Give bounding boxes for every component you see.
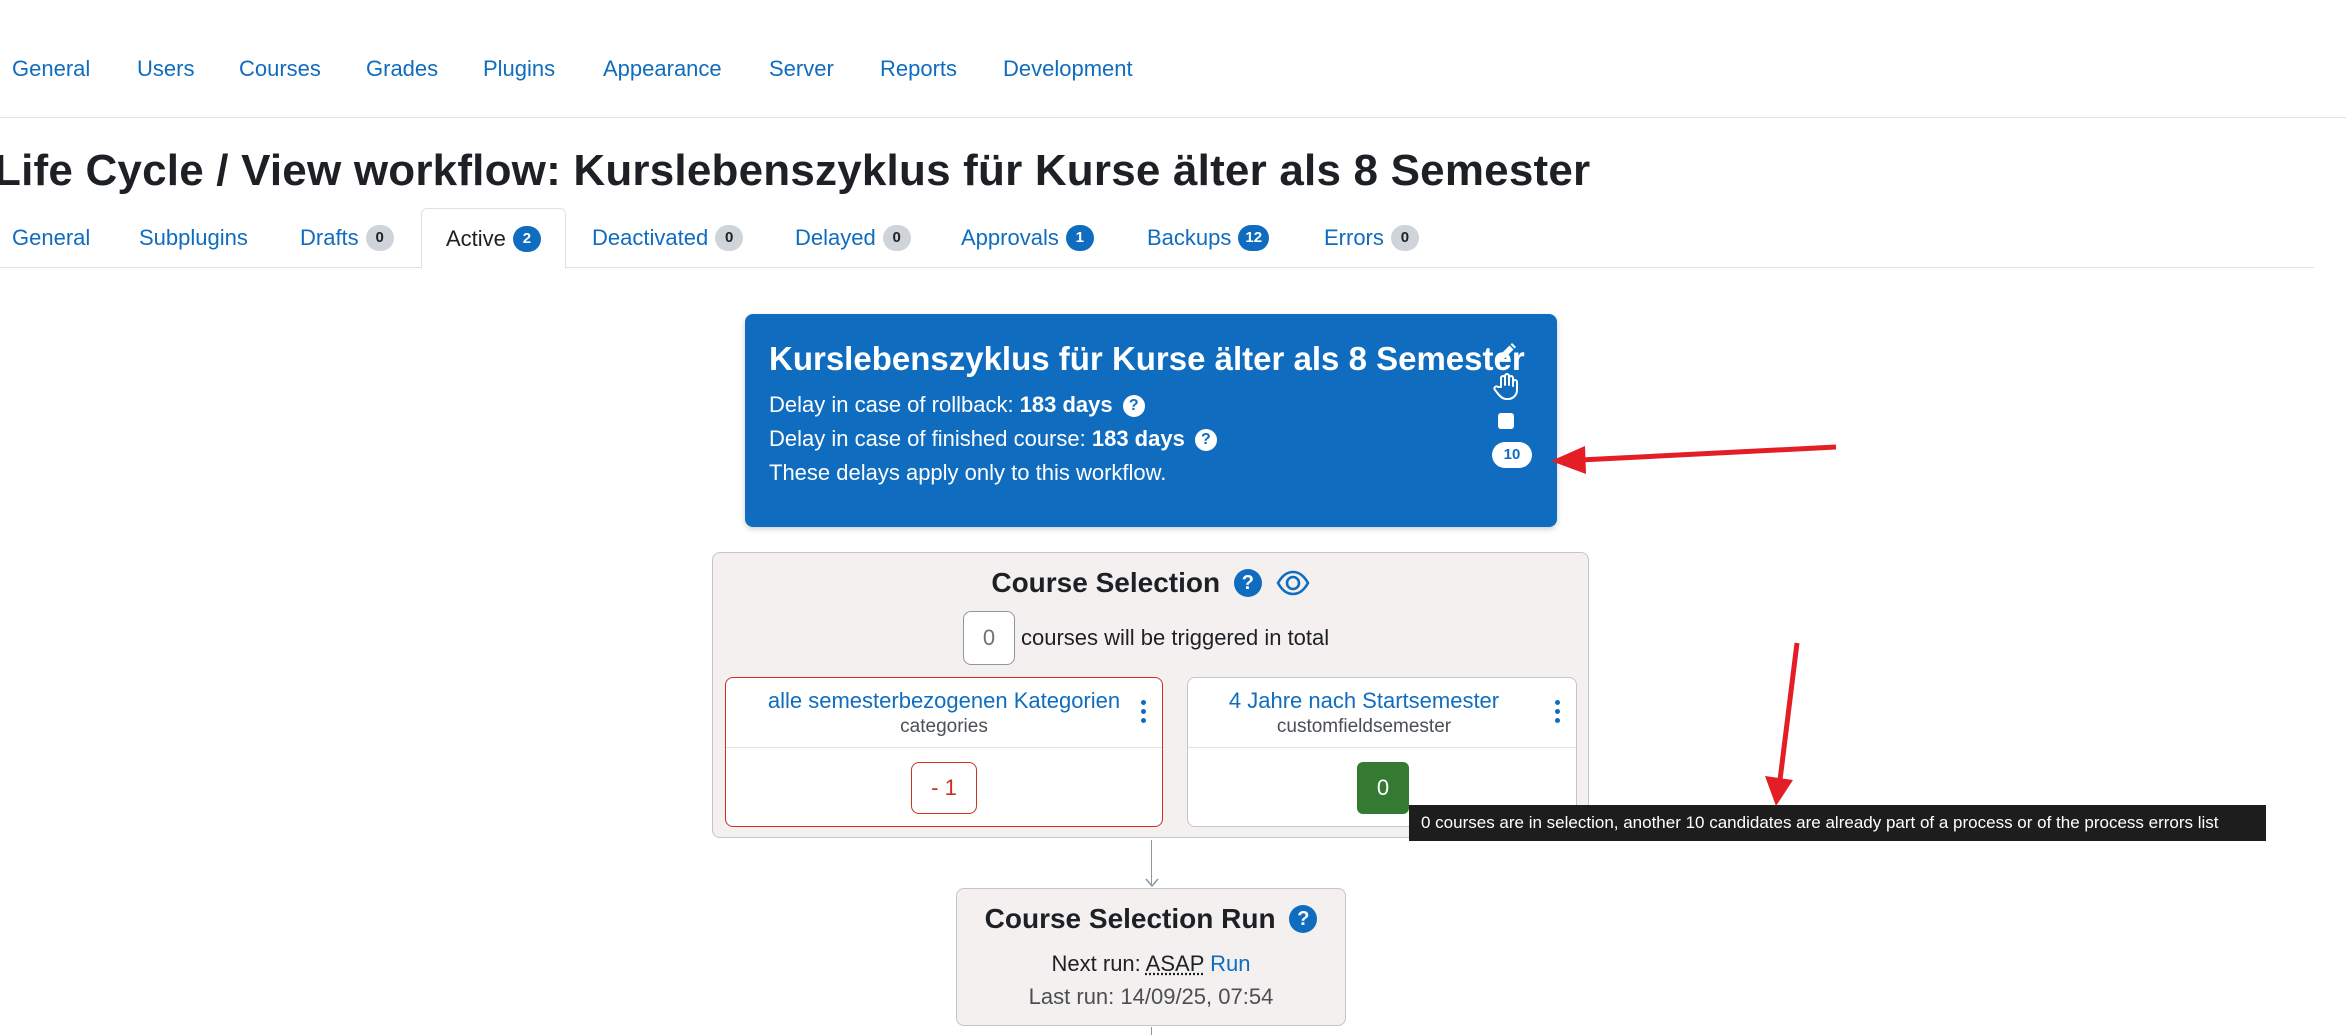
tab-general[interactable]: General <box>12 208 90 268</box>
nav-development[interactable]: Development <box>1003 56 1133 82</box>
nav-grades[interactable]: Grades <box>366 56 438 82</box>
nav-plugins[interactable]: Plugins <box>483 56 555 82</box>
nav-general[interactable]: General <box>12 56 90 82</box>
tab-label: Active <box>446 225 506 251</box>
tab-label: Backups <box>1147 225 1232 250</box>
last-run: Last run: 14/09/25, 07:54 <box>1028 984 1274 1009</box>
tab-errors[interactable]: Errors 0 <box>1324 208 1419 268</box>
tab-deactivated[interactable]: Deactivated 0 <box>592 208 744 268</box>
help-icon[interactable]: ? <box>1233 569 1262 597</box>
rollback-delay: Delay in case of rollback: 183 days ? <box>769 392 1145 418</box>
run-heading: Course Selection Run <box>984 903 1276 934</box>
nav-reports[interactable]: Reports <box>880 56 957 82</box>
trigger-name[interactable]: 4 Jahre nach Startsemester <box>1188 688 1540 714</box>
nav-courses[interactable]: Courses <box>239 56 321 82</box>
tab-delayed[interactable]: Delayed 0 <box>795 208 911 268</box>
finished-delay-label: Delay in case of finished course: <box>769 426 1092 451</box>
trigger-header: alle semesterbezogenen Kategorien catego… <box>726 678 1162 748</box>
count-badge: 1 <box>1065 225 1094 251</box>
next-run-value: ASAP <box>1145 951 1204 976</box>
trigger-card: alle semesterbezogenen Kategorien catego… <box>725 677 1163 827</box>
trigger-count: 0 <box>1357 762 1409 814</box>
tab-drafts[interactable]: Drafts 0 <box>300 208 394 268</box>
triggered-total: 0 courses will be triggered in total <box>963 611 1329 665</box>
run-title: Course Selection Run ? <box>957 903 1345 935</box>
kebab-menu-icon[interactable] <box>1552 700 1562 726</box>
run-link[interactable]: Run <box>1210 951 1250 976</box>
arrow-down-icon <box>1145 878 1159 888</box>
count-badge: 0 <box>365 225 394 251</box>
count-badge: 12 <box>1238 225 1270 251</box>
delay-note: These delays apply only to this workflow… <box>769 460 1167 485</box>
count-badge: 0 <box>715 225 744 251</box>
pencil-icon[interactable] <box>1491 338 1521 368</box>
primary-navigation: General Users Courses Grades Plugins App… <box>0 0 2346 118</box>
trigger-type: categories <box>900 716 988 737</box>
tab-label: Approvals <box>961 225 1059 250</box>
course-selection-heading: Course Selection <box>991 567 1221 598</box>
next-run: Next run: ASAP Run <box>957 951 1345 977</box>
help-icon[interactable]: ? <box>1194 429 1217 451</box>
help-icon[interactable]: ? <box>1289 905 1318 933</box>
tab-backups[interactable]: Backups 12 <box>1147 208 1270 268</box>
eye-icon[interactable] <box>1276 570 1310 603</box>
flow-connector <box>1151 1027 1152 1035</box>
page-title: Life Cycle / View workflow: Kurslebenszy… <box>0 146 1591 195</box>
nav-server[interactable]: Server <box>769 56 834 82</box>
count-badge: 0 <box>882 225 911 251</box>
next-run-label: Next run: <box>1051 951 1146 976</box>
tab-active[interactable]: Active 2 <box>421 208 566 269</box>
tab-approvals[interactable]: Approvals 1 <box>961 208 1094 268</box>
workflow-tabs: General Subplugins Drafts 0 Active 2 Deact… <box>0 208 2314 269</box>
tab-label: General <box>12 225 91 250</box>
help-icon[interactable]: ? <box>1122 395 1145 417</box>
tab-subplugins[interactable]: Subplugins <box>139 208 248 268</box>
finished-delay-value: 183 days <box>1091 426 1185 451</box>
workflow-card: Kurslebenszyklus für Kurse älter als 8 S… <box>745 314 1557 527</box>
annotation-arrow <box>1551 444 1837 474</box>
rollback-delay-label: Delay in case of rollback: <box>769 392 1020 417</box>
rollback-delay-value: 183 days <box>1019 392 1113 417</box>
triggered-count: 0 <box>963 611 1015 665</box>
tab-label: Deactivated <box>592 225 709 250</box>
tab-label: Errors <box>1324 225 1384 250</box>
trigger-header: 4 Jahre nach Startsemester customfieldse… <box>1188 678 1576 748</box>
trigger-type: customfieldsemester <box>1276 716 1452 737</box>
count-badge: 2 <box>512 225 541 252</box>
process-count-badge[interactable]: 10 <box>1492 442 1532 468</box>
course-selection-box: Course Selection ? 0 courses will be tri… <box>712 552 1589 838</box>
course-selection-run-box: Course Selection Run ? Next run: ASAP Ru… <box>956 888 1346 1026</box>
workflow-title: Kurslebenszyklus für Kurse älter als 8 S… <box>769 340 1525 377</box>
nav-users[interactable]: Users <box>137 56 194 82</box>
trigger-count: - 1 <box>911 762 977 814</box>
hand-icon[interactable] <box>1491 372 1521 402</box>
tab-label: Drafts <box>300 225 359 250</box>
nav-appearance[interactable]: Appearance <box>603 56 722 82</box>
tab-label: Delayed <box>795 225 876 250</box>
selection-tooltip: 0 courses are in selection, another 10 c… <box>1409 805 2266 841</box>
annotation-arrow <box>1765 642 1800 806</box>
tab-label: Subplugins <box>139 225 248 250</box>
kebab-menu-icon[interactable] <box>1138 700 1148 726</box>
finished-delay: Delay in case of finished course: 183 da… <box>769 426 1217 452</box>
course-selection-title: Course Selection ? <box>713 567 1588 603</box>
count-badge: 0 <box>1390 225 1419 251</box>
triggered-text: courses will be triggered in total <box>1021 625 1330 650</box>
stop-icon[interactable] <box>1491 406 1521 436</box>
trigger-name[interactable]: alle semesterbezogenen Kategorien <box>726 688 1162 714</box>
